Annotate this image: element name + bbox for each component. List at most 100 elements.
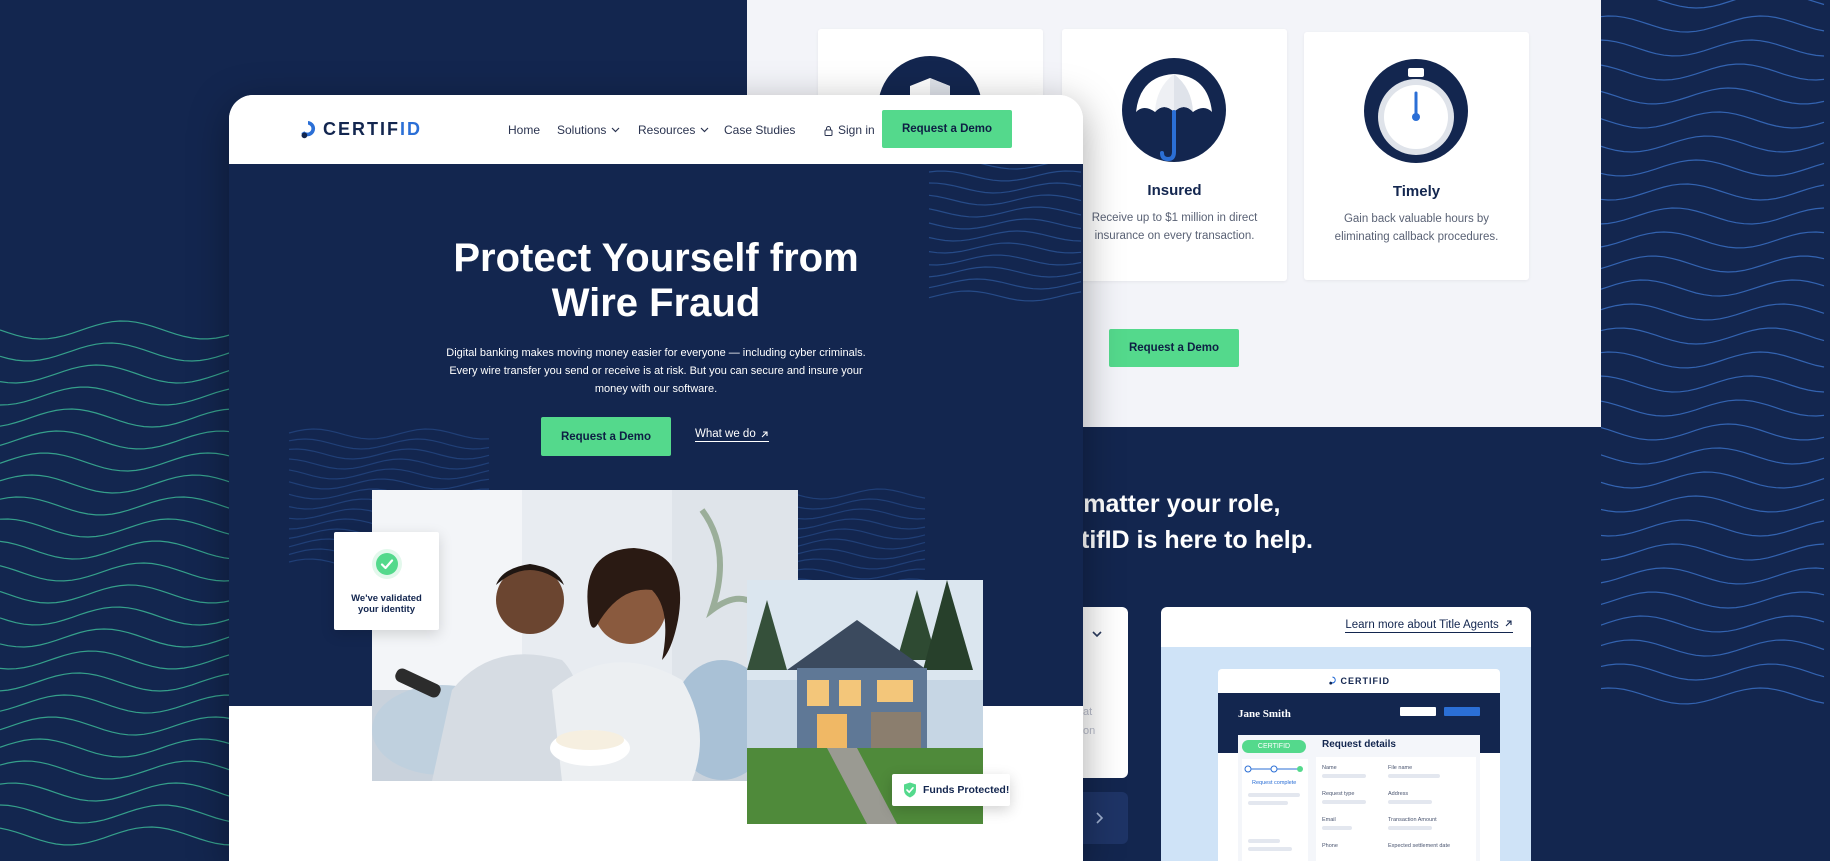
mock-field-value (1388, 826, 1432, 830)
mock-brand: CERTIFID (1340, 676, 1390, 686)
mock-field-value (1388, 774, 1440, 778)
chevron-down-icon (611, 127, 620, 133)
wave-line (788, 558, 926, 570)
mock-placeholder (1248, 839, 1280, 843)
identity-validated-card: We've validated your identity (334, 532, 439, 630)
stopwatch-icon (1364, 59, 1468, 163)
nav-case-studies[interactable]: Case Studies (724, 123, 795, 137)
wave-line (288, 458, 490, 470)
mock-field-value (1322, 800, 1366, 804)
wave-line (0, 738, 241, 758)
wave-line (1599, 639, 1825, 657)
wave-line (1599, 351, 1825, 369)
feature-desc-timely-line1: Gain back valuable hours by (1343, 213, 1490, 225)
hero-subtitle-line2: Every wire transfer you send or receive … (449, 365, 863, 377)
feature-desc-insured-line1: Receive up to $1 million in direct (1091, 212, 1258, 224)
brand-wordmark: CERTIFID (323, 119, 422, 140)
wave-line (0, 386, 241, 406)
wave-line (788, 518, 926, 530)
wave-line (928, 206, 1082, 218)
identity-validated-text: We've validated your identity (334, 593, 439, 615)
top-navigation: CERTIFID Home Solutions Resources Case S… (229, 95, 1083, 164)
wave-line (0, 452, 241, 472)
wave-line (1599, 63, 1825, 81)
wave-line (1599, 279, 1825, 297)
wave-line (1656, 0, 1825, 9)
wave-line (0, 540, 241, 560)
app-mockup: CERTIFID Jane Smith CERTIFID Request det… (1218, 669, 1500, 861)
chevron-right-icon (1096, 812, 1104, 824)
wave-line (0, 320, 241, 340)
mock-placeholder (1248, 801, 1288, 805)
mock-field-value (1322, 826, 1352, 830)
wave-line (788, 498, 926, 510)
wave-line (788, 508, 926, 520)
hero-title: Protect Yourself from Wire Fraud (229, 236, 1083, 326)
hero-title-line2: Wire Fraud (551, 281, 761, 325)
request-demo-button-hero[interactable]: Request a Demo (541, 417, 671, 456)
mock-field-label: Phone (1322, 843, 1338, 849)
request-demo-button-secondary[interactable]: Request a Demo (1109, 329, 1239, 367)
mock-body: CERTIFID Request details Request complet… (1238, 735, 1480, 861)
learn-more-label: Learn more about Title Agents (1345, 619, 1499, 631)
nav-solutions-label: Solutions (557, 123, 607, 137)
learn-more-title-agents-link[interactable]: Learn more about Title Agents (1345, 619, 1513, 633)
mock-field-label: Name (1322, 765, 1337, 771)
feature-desc-timely: Gain back valuable hours by eliminating … (1324, 210, 1509, 246)
wave-line (288, 448, 490, 460)
wave-line (1599, 39, 1825, 57)
mock-field-label: Address (1388, 791, 1409, 797)
wave-line (788, 568, 926, 580)
mock-field-value (1322, 774, 1366, 778)
hero-title-line1: Protect Yourself from (453, 236, 859, 280)
sign-in-label: Sign in (838, 123, 875, 137)
funds-protected-badge: Funds Protected! (892, 774, 1010, 806)
wave-line (0, 782, 241, 802)
certifid-logo[interactable]: CERTIFID (299, 119, 422, 140)
external-arrow-icon (761, 430, 768, 437)
mock-progress (1244, 765, 1303, 773)
nav-home[interactable]: Home (508, 123, 540, 137)
wave-line (980, 164, 1049, 170)
wave-line (1599, 423, 1825, 441)
chevron-down-icon (700, 127, 709, 133)
mock-status: Request complete (1252, 780, 1297, 786)
nav-resources[interactable]: Resources (638, 123, 709, 137)
title-agents-card: Learn more about Title Agents CERTIFID J… (1161, 607, 1531, 861)
feature-desc-insured-line2: insurance on every transaction. (1094, 230, 1255, 242)
external-arrow-icon (1505, 620, 1512, 627)
wave-line (1599, 15, 1825, 33)
wave-line (288, 478, 490, 490)
wave-line (0, 716, 241, 736)
wave-line (0, 496, 241, 516)
request-demo-button-nav[interactable]: Request a Demo (882, 110, 1012, 148)
wave-line (0, 342, 241, 362)
mock-badge: CERTIFID (1242, 740, 1306, 753)
wave-line (288, 438, 490, 450)
wave-line (1599, 567, 1825, 585)
feature-desc-timely-line2: eliminating callback procedures. (1334, 231, 1499, 243)
funds-protected-text: Funds Protected! (923, 784, 1010, 796)
nav-resources-label: Resources (638, 123, 696, 137)
certifid-logo-icon (1329, 676, 1336, 685)
umbrella-icon (1122, 58, 1226, 162)
sign-in-link[interactable]: Sign in (824, 123, 875, 137)
wave-line (928, 218, 1082, 230)
wave-line (0, 650, 241, 670)
what-we-do-link[interactable]: What we do (695, 428, 769, 442)
wave-line (0, 474, 241, 494)
nav-solutions[interactable]: Solutions (557, 123, 620, 137)
wave-line (1599, 231, 1825, 249)
what-we-do-label: What we do (695, 428, 756, 440)
chevron-down-icon[interactable] (1090, 627, 1104, 641)
mock-title: Request details (1322, 739, 1396, 750)
mock-field-label: Request type (1322, 791, 1355, 797)
wave-line (0, 584, 241, 604)
mock-field-label: Email (1322, 817, 1336, 823)
wave-line (0, 430, 241, 450)
wave-line (288, 428, 490, 440)
wave-line (928, 182, 1082, 194)
feature-card-insured: Insured Receive up to $1 million in dire… (1062, 29, 1287, 281)
wave-line (1599, 183, 1825, 201)
wave-line (1599, 327, 1825, 345)
